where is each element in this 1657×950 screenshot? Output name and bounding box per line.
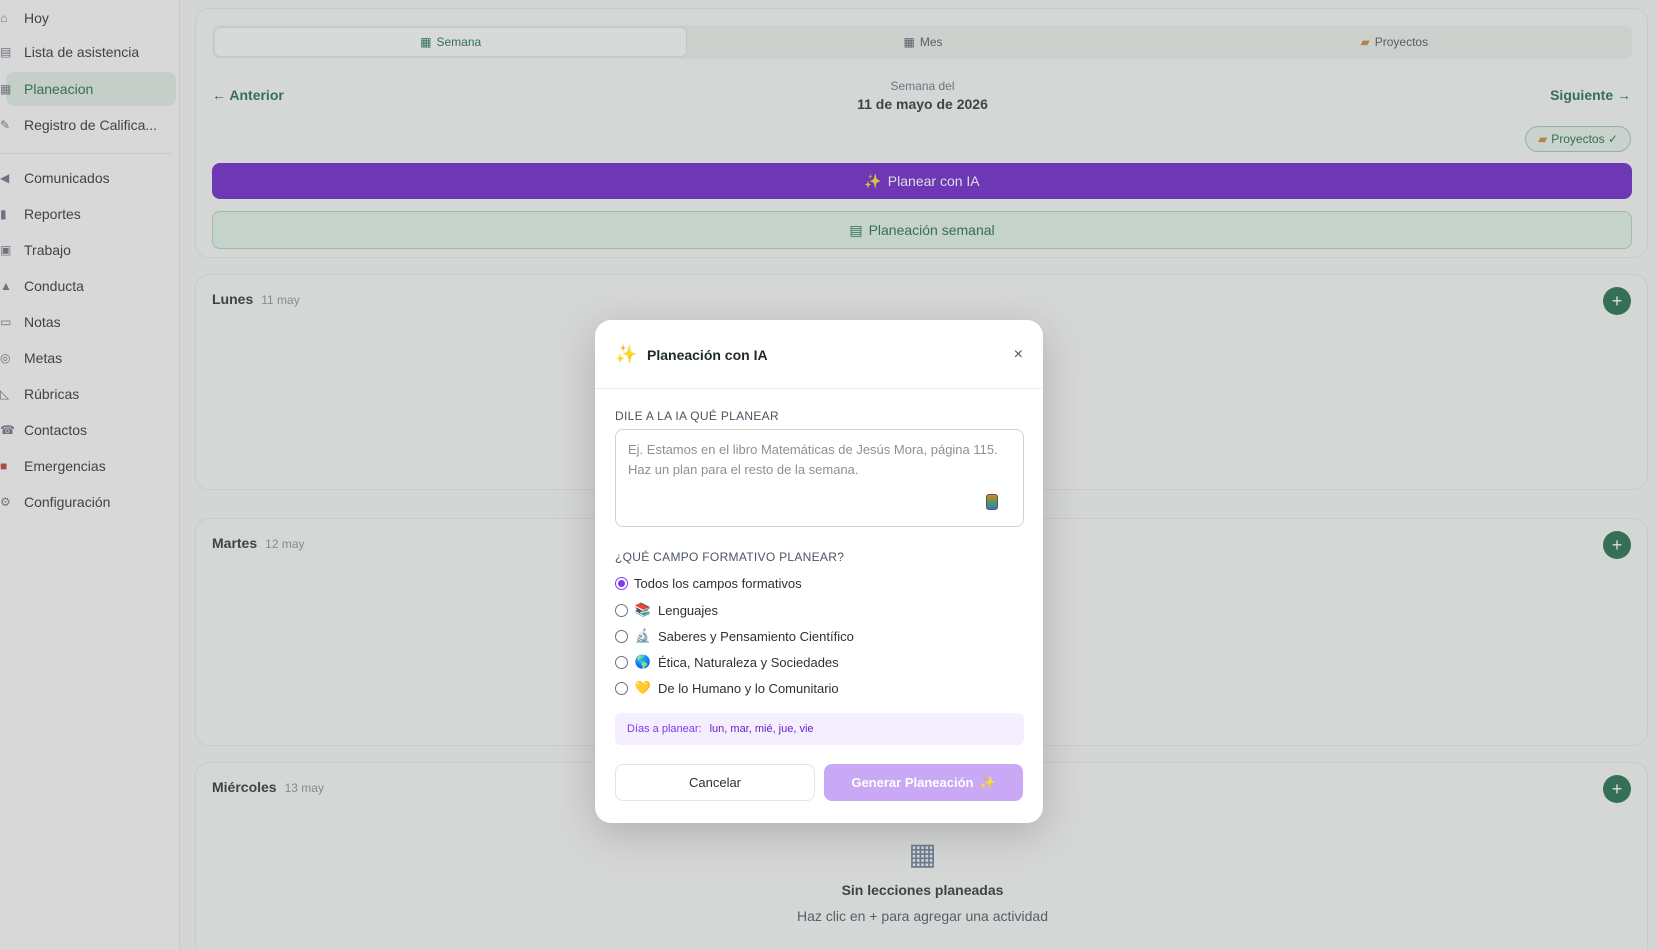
days-value: lun, mar, mié, jue, vie [709, 723, 814, 735]
microphone-icon[interactable] [986, 494, 998, 510]
radio-label: De lo Humano y lo Comunitario [658, 680, 839, 696]
microscope-icon: 🔬 [634, 628, 652, 643]
field-label: ¿QUÉ CAMPO FORMATIVO PLANEAR? [615, 550, 845, 564]
sparkles-icon: ✨ [615, 344, 638, 364]
days-to-plan-box: Días a planear: lun, mar, mié, jue, vie [615, 713, 1024, 745]
globe-icon: 🌎 [634, 654, 652, 669]
radio-button[interactable] [615, 577, 628, 590]
ai-planning-modal: ✨ Planeación con IA × DILE A LA IA QUÉ P… [595, 320, 1043, 823]
radio-option-saberes[interactable]: 🔬 Saberes y Pensamiento Científico [615, 628, 854, 644]
days-label: Días a planear: [627, 723, 702, 735]
modal-title: Planeación con IA [647, 347, 768, 363]
radio-label: Todos los campos formativos [634, 576, 802, 591]
generate-plan-button[interactable]: Generar Planeación ✨ [824, 764, 1023, 801]
radio-option-etica[interactable]: 🌎 Ética, Naturaleza y Sociedades [615, 654, 839, 670]
radio-button[interactable] [615, 681, 628, 695]
heart-icon: 💛 [634, 680, 652, 695]
radio-button[interactable] [615, 603, 628, 617]
generate-plan-label: Generar Planeación [851, 775, 974, 790]
radio-label: Lenguajes [658, 602, 718, 618]
modal-header: ✨ Planeación con IA × [595, 320, 1043, 389]
prompt-textarea[interactable] [615, 429, 1024, 527]
close-icon[interactable]: × [1014, 346, 1023, 364]
radio-button[interactable] [615, 629, 628, 643]
sparkles-icon: ✨ [979, 774, 996, 790]
radio-option-todos[interactable]: Todos los campos formativos [615, 576, 802, 591]
radio-option-lenguajes[interactable]: 📚 Lenguajes [615, 602, 718, 618]
radio-label: Saberes y Pensamiento Científico [658, 628, 854, 644]
radio-label: Ética, Naturaleza y Sociedades [658, 654, 839, 670]
books-icon: 📚 [634, 602, 652, 617]
radio-button[interactable] [615, 655, 628, 669]
cancel-button[interactable]: Cancelar [615, 764, 815, 801]
prompt-label: DILE A LA IA QUÉ PLANEAR [615, 409, 779, 423]
radio-option-humano[interactable]: 💛 De lo Humano y lo Comunitario [615, 680, 839, 696]
